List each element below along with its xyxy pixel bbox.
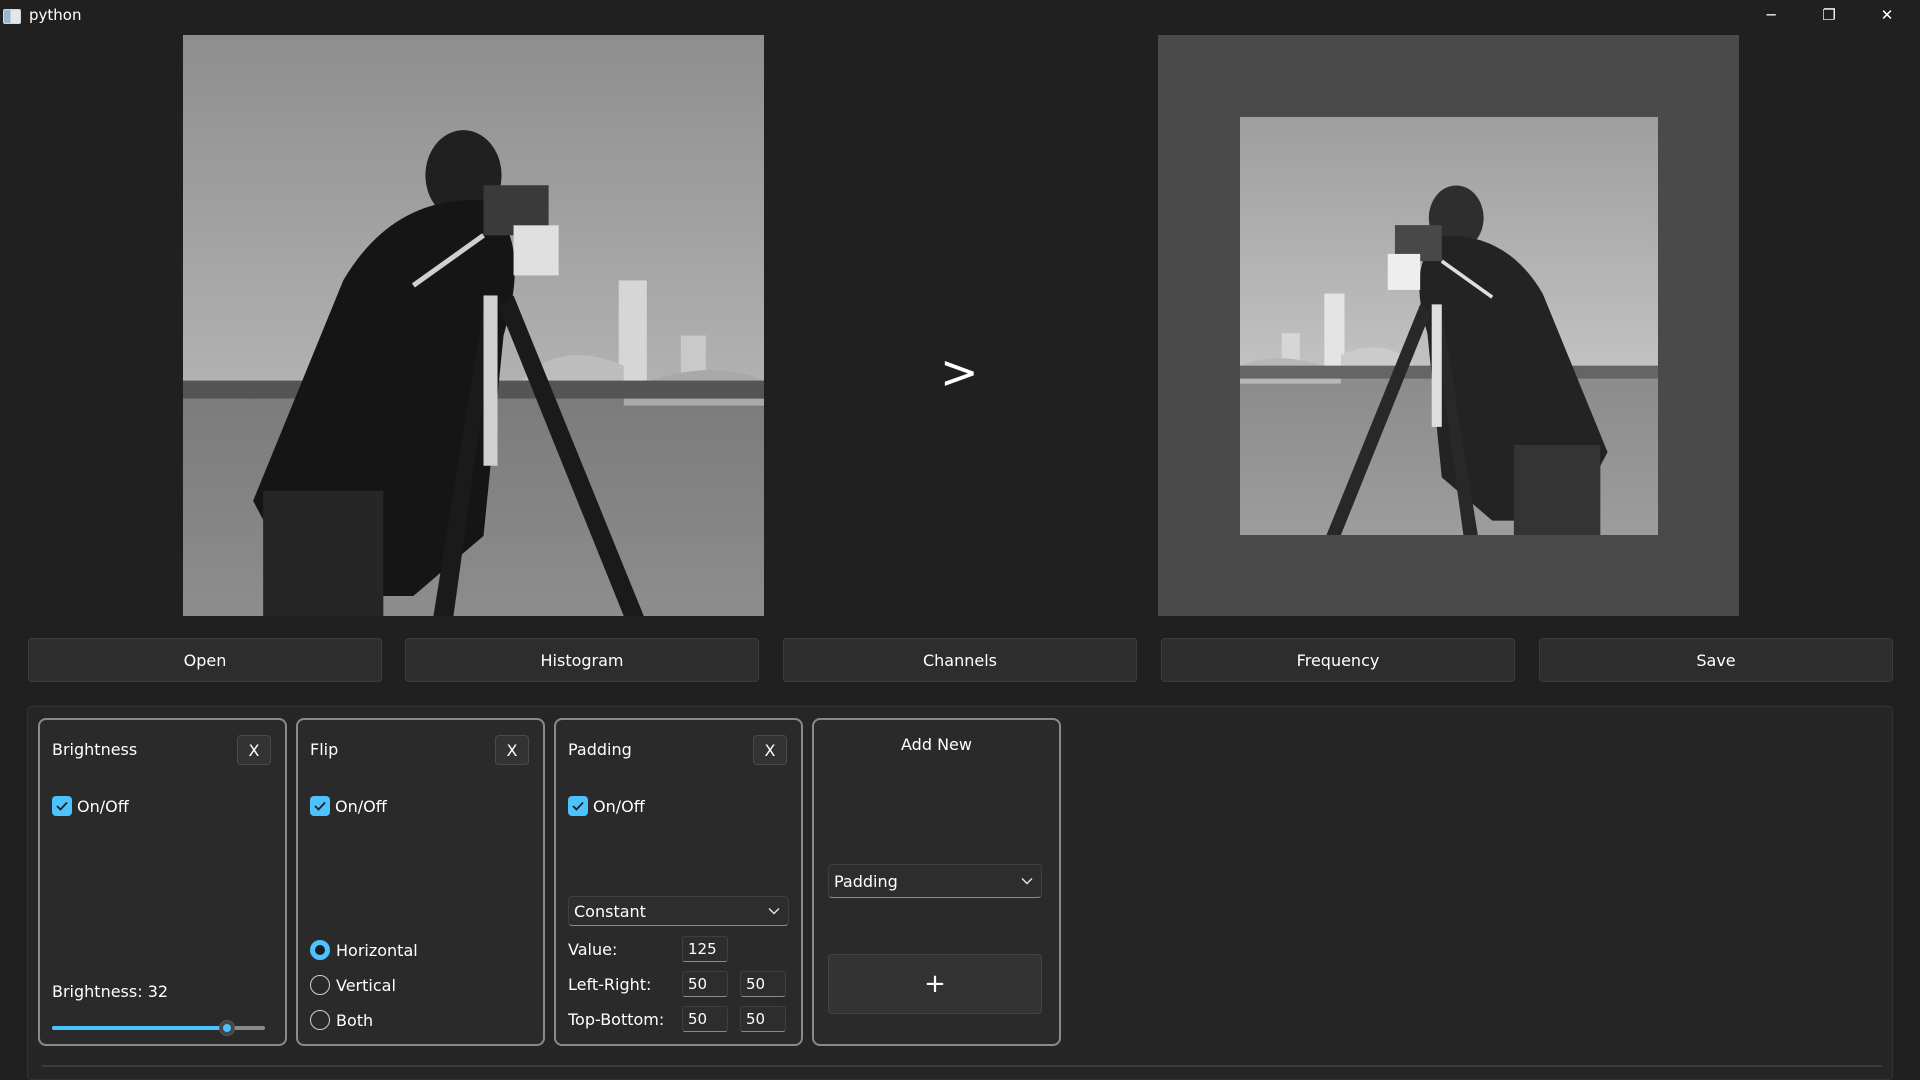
padding-filter-card: Padding X On/Off Constant Value: 125 Lef… xyxy=(554,718,803,1046)
padding-right-input[interactable]: 50 xyxy=(740,971,786,997)
minimize-icon: ─ xyxy=(1766,6,1776,24)
flip-vertical-radio[interactable]: Vertical xyxy=(310,975,396,995)
remove-padding-button[interactable]: X xyxy=(753,735,787,765)
brightness-enabled-label: On/Off xyxy=(77,796,129,816)
padding-mode-select[interactable]: Constant xyxy=(568,896,789,926)
chevron-down-icon xyxy=(768,908,780,915)
title-bar: python xyxy=(0,0,1920,30)
radio-unselected-icon xyxy=(310,1010,330,1030)
brightness-enabled-checkbox[interactable]: On/Off xyxy=(52,796,129,816)
padding-mode-value: Constant xyxy=(574,901,646,921)
top-bottom-label: Top-Bottom: xyxy=(568,1010,665,1029)
cameraman-photo xyxy=(183,35,764,616)
add-new-filter-card: Add New Padding + xyxy=(812,718,1061,1046)
padding-enabled-label: On/Off xyxy=(593,796,645,816)
padding-enabled-checkbox[interactable]: On/Off xyxy=(568,796,645,816)
flip-both-radio[interactable]: Both xyxy=(310,1010,373,1030)
brightness-title: Brightness xyxy=(52,740,138,759)
processed-image xyxy=(1158,35,1739,616)
flip-vertical-label: Vertical xyxy=(336,975,396,995)
histogram-button[interactable]: Histogram xyxy=(405,638,759,682)
brightness-value-label: Brightness: 32 xyxy=(52,982,169,1001)
close-icon: ✕ xyxy=(1880,6,1894,24)
flip-both-label: Both xyxy=(336,1010,374,1030)
checkmark-icon xyxy=(310,796,330,816)
flip-horizontal-label: Horizontal xyxy=(336,940,418,960)
flip-filter-card: Flip X On/Off Horizontal Vertical Both xyxy=(296,718,545,1046)
new-filter-select[interactable]: Padding xyxy=(828,864,1042,898)
restore-icon: ❐ xyxy=(1822,6,1836,24)
brightness-slider[interactable] xyxy=(52,1018,265,1038)
add-new-title: Add New xyxy=(901,735,972,754)
padding-bottom-input[interactable]: 50 xyxy=(740,1006,786,1032)
checkmark-icon xyxy=(52,796,72,816)
padding-top-input[interactable]: 50 xyxy=(682,1006,728,1032)
add-filter-button[interactable]: + xyxy=(828,954,1042,1014)
cameraman-flipped-photo xyxy=(1240,117,1658,535)
flip-enabled-checkbox[interactable]: On/Off xyxy=(310,796,387,816)
radio-unselected-icon xyxy=(310,975,330,995)
padding-value-input[interactable]: 125 xyxy=(682,936,728,962)
padding-value-label: Value: xyxy=(568,940,618,959)
channels-button[interactable]: Channels xyxy=(783,638,1137,682)
window-title: python xyxy=(29,6,82,24)
chevron-down-icon xyxy=(1021,878,1033,885)
flip-title: Flip xyxy=(310,740,339,759)
new-filter-value: Padding xyxy=(834,871,898,891)
padding-left-input[interactable]: 50 xyxy=(682,971,728,997)
python-app-icon xyxy=(3,8,21,24)
process-arrow: > xyxy=(940,345,979,399)
padding-title: Padding xyxy=(568,740,632,759)
minimize-button[interactable]: ─ xyxy=(1742,0,1800,30)
save-button[interactable]: Save xyxy=(1539,638,1893,682)
slider-thumb[interactable] xyxy=(219,1020,235,1036)
remove-flip-button[interactable]: X xyxy=(495,735,529,765)
radio-selected-icon xyxy=(310,940,330,960)
remove-brightness-button[interactable]: X xyxy=(237,735,271,765)
horizontal-scrollbar[interactable] xyxy=(42,1065,1882,1067)
frequency-button[interactable]: Frequency xyxy=(1161,638,1515,682)
close-window-button[interactable]: ✕ xyxy=(1858,0,1916,30)
original-image xyxy=(183,35,764,616)
slider-fill xyxy=(52,1026,227,1030)
restore-button[interactable]: ❐ xyxy=(1800,0,1858,30)
processed-image-content xyxy=(1240,117,1658,535)
flip-horizontal-radio[interactable]: Horizontal xyxy=(310,940,418,960)
open-button[interactable]: Open xyxy=(28,638,382,682)
checkmark-icon xyxy=(568,796,588,816)
brightness-filter-card: Brightness X On/Off Brightness: 32 xyxy=(38,718,287,1046)
flip-enabled-label: On/Off xyxy=(335,796,387,816)
left-right-label: Left-Right: xyxy=(568,975,652,994)
plus-icon: + xyxy=(924,969,946,999)
